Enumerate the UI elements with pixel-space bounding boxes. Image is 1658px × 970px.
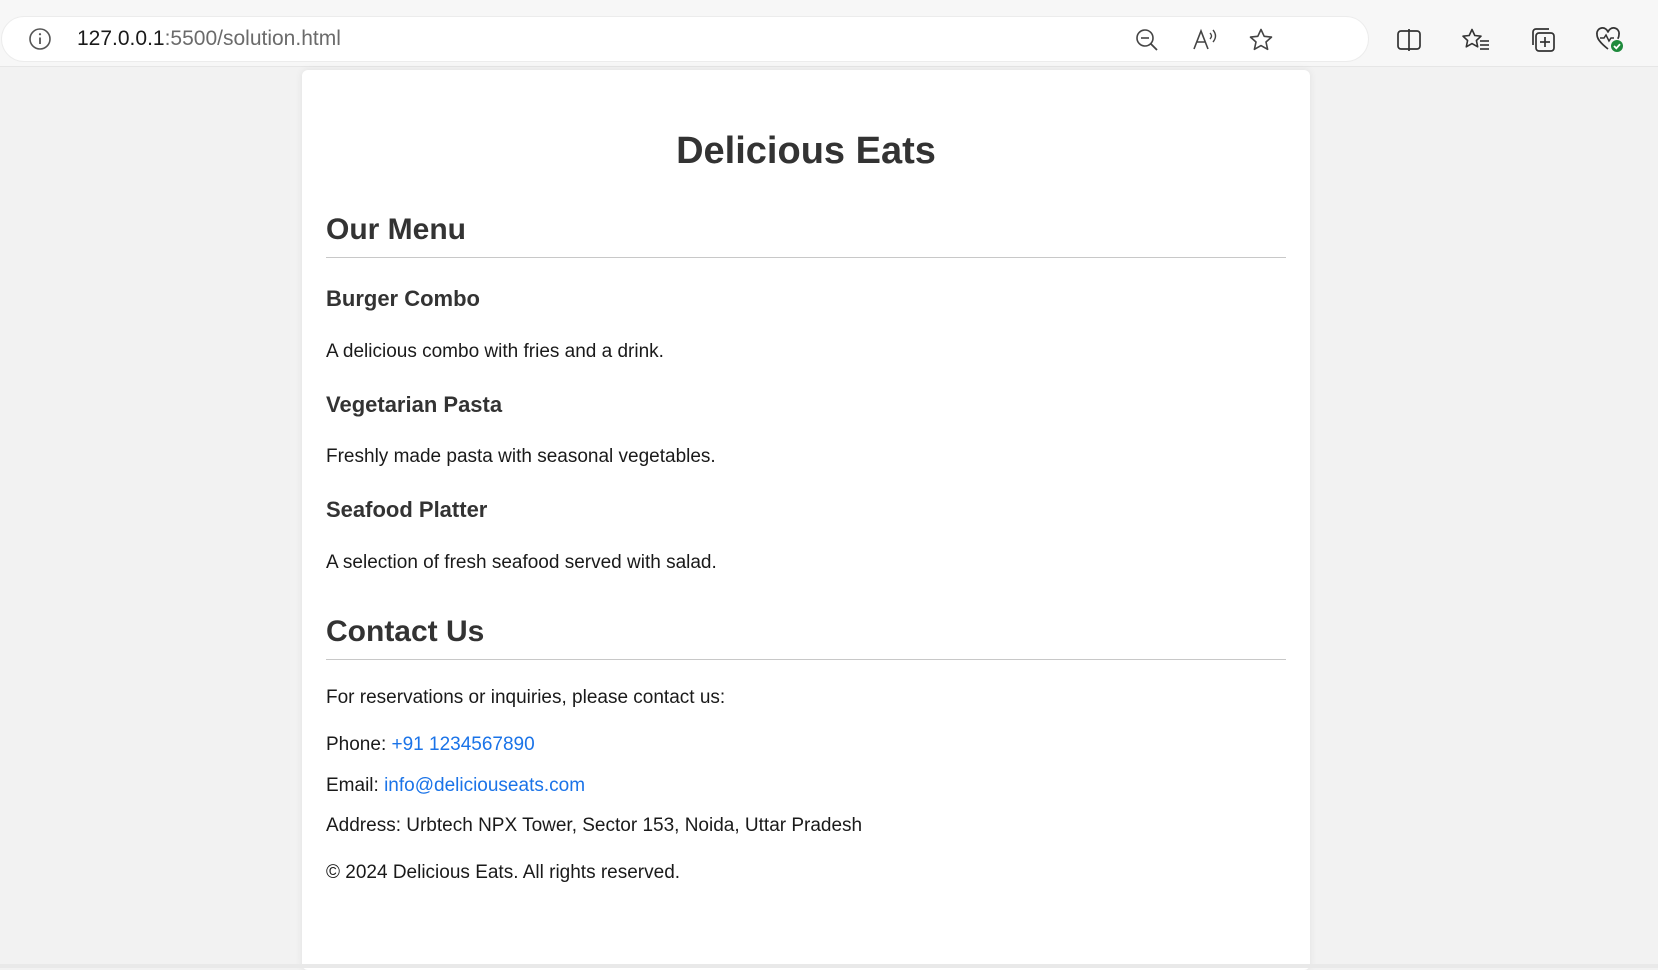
url-text[interactable]: 127.0.0.1:5500/solution.html (77, 27, 341, 51)
contact-divider (326, 659, 1286, 660)
content-container: Delicious Eats Our Menu Burger Combo A d… (302, 70, 1310, 970)
browser-essentials-icon[interactable] (1593, 23, 1627, 57)
phone-label: Phone: (326, 734, 387, 755)
window-bottom-edge (0, 964, 1658, 968)
menu-item-description: A selection of fresh seafood served with… (326, 552, 717, 573)
menu-divider (326, 257, 1286, 258)
email-label: Email: (326, 775, 379, 796)
read-aloud-icon[interactable] (1190, 25, 1220, 55)
split-screen-icon[interactable] (1392, 23, 1426, 57)
page-viewport: Delicious Eats Our Menu Burger Combo A d… (0, 67, 1658, 970)
menu-item-name: Burger Combo (326, 286, 480, 311)
url-path: :5500/solution.html (164, 27, 341, 50)
page-title: Delicious Eats (676, 130, 936, 172)
address-text: Address: Urbtech NPX Tower, Sector 153, … (326, 815, 863, 836)
browser-toolbar: 127.0.0.1:5500/solution.html (0, 0, 1658, 67)
contact-heading: Contact Us (326, 615, 485, 648)
menu-item-name: Seafood Platter (326, 497, 488, 522)
menu-item-description: Freshly made pasta with seasonal vegetab… (326, 446, 716, 467)
email-line: Email: info@deliciouseats.com (326, 775, 585, 797)
zoom-out-icon[interactable] (1132, 25, 1162, 55)
menu-item-description: A delicious combo with fries and a drink… (326, 341, 664, 362)
email-link[interactable]: info@deliciouseats.com (384, 775, 585, 796)
address-bar[interactable]: 127.0.0.1:5500/solution.html (2, 17, 1368, 61)
favorites-icon[interactable] (1459, 23, 1493, 57)
favorite-star-icon[interactable] (1246, 25, 1276, 55)
collections-icon[interactable] (1526, 23, 1560, 57)
info-icon[interactable] (28, 27, 52, 51)
phone-line: Phone: +91 1234567890 (326, 734, 535, 756)
phone-link[interactable]: +91 1234567890 (392, 734, 535, 755)
contact-intro: For reservations or inquiries, please co… (326, 687, 726, 708)
url-host: 127.0.0.1 (77, 27, 165, 50)
menu-heading: Our Menu (326, 213, 466, 246)
footer-copyright: © 2024 Delicious Eats. All rights reserv… (326, 862, 681, 883)
menu-item-name: Vegetarian Pasta (326, 392, 503, 417)
